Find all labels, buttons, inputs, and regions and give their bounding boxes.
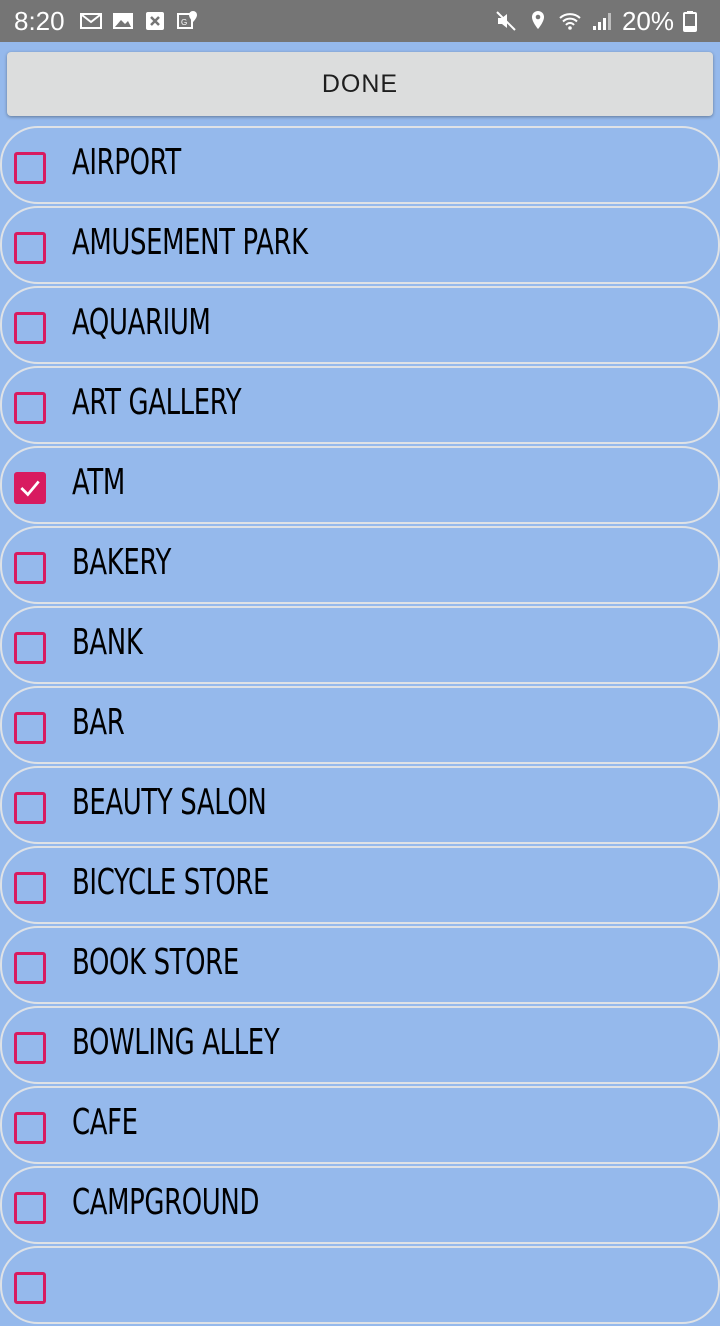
list-item-label: BAKERY bbox=[72, 542, 171, 583]
checkbox[interactable] bbox=[14, 1272, 46, 1304]
signal-icon bbox=[590, 9, 614, 33]
checkbox[interactable] bbox=[14, 152, 46, 184]
wifi-icon bbox=[558, 9, 582, 33]
checkbox[interactable] bbox=[14, 792, 46, 824]
list-item[interactable]: BICYCLE STORE bbox=[0, 846, 720, 924]
list-item[interactable]: AMUSEMENT PARK bbox=[0, 206, 720, 284]
status-bar-left: 8:20 G bbox=[14, 6, 203, 37]
image-icon bbox=[111, 9, 135, 33]
list-item[interactable]: BAKERY bbox=[0, 526, 720, 604]
gmail-icon bbox=[79, 9, 103, 33]
list-item-label: BOOK STORE bbox=[72, 942, 239, 983]
checkmark-icon bbox=[20, 480, 40, 497]
checkbox[interactable] bbox=[14, 312, 46, 344]
list-item-label: AIRPORT bbox=[72, 142, 181, 183]
list-item-label: AQUARIUM bbox=[72, 302, 211, 343]
checkbox-checked[interactable] bbox=[14, 472, 46, 504]
list-item[interactable]: ATM bbox=[0, 446, 720, 524]
list-item[interactable]: AQUARIUM bbox=[0, 286, 720, 364]
checkbox[interactable] bbox=[14, 1032, 46, 1064]
list-item-label: ATM bbox=[72, 462, 125, 503]
battery-icon bbox=[678, 9, 702, 33]
status-time: 8:20 bbox=[14, 5, 65, 36]
svg-text:G: G bbox=[181, 18, 187, 27]
status-bar: 8:20 G 20% bbox=[0, 0, 720, 42]
checkbox[interactable] bbox=[14, 872, 46, 904]
mute-icon bbox=[494, 9, 518, 33]
location-icon bbox=[526, 9, 550, 33]
checkbox[interactable] bbox=[14, 392, 46, 424]
checkbox[interactable] bbox=[14, 232, 46, 264]
list-item[interactable] bbox=[0, 1246, 720, 1324]
list-item[interactable]: CAFE bbox=[0, 1086, 720, 1164]
list-item-label: CAMPGROUND bbox=[72, 1182, 260, 1223]
list-item-label: BICYCLE STORE bbox=[72, 862, 270, 903]
done-button[interactable]: DONE bbox=[7, 52, 713, 116]
list-item-label: BEAUTY SALON bbox=[72, 782, 267, 823]
checkbox[interactable] bbox=[14, 1192, 46, 1224]
list-item[interactable]: BAR bbox=[0, 686, 720, 764]
close-box-icon bbox=[143, 9, 167, 33]
checkbox[interactable] bbox=[14, 952, 46, 984]
list-item-label: ART GALLERY bbox=[72, 382, 242, 423]
checkbox[interactable] bbox=[14, 552, 46, 584]
list-item-label: BANK bbox=[72, 622, 143, 663]
status-bar-right: 20% bbox=[490, 6, 706, 37]
list-item-label: AMUSEMENT PARK bbox=[72, 222, 308, 263]
list-item[interactable]: BOOK STORE bbox=[0, 926, 720, 1004]
list-item[interactable]: CAMPGROUND bbox=[0, 1166, 720, 1244]
list-item-label: CAFE bbox=[72, 1102, 138, 1143]
checkbox[interactable] bbox=[14, 1112, 46, 1144]
checkbox[interactable] bbox=[14, 712, 46, 744]
list-item[interactable]: BEAUTY SALON bbox=[0, 766, 720, 844]
checkbox[interactable] bbox=[14, 632, 46, 664]
battery-text: 20% bbox=[621, 5, 674, 36]
list-item[interactable]: BOWLING ALLEY bbox=[0, 1006, 720, 1084]
place-type-list: AIRPORT AMUSEMENT PARK AQUARIUM ART GALLERY… bbox=[0, 126, 720, 1326]
list-item-label: BOWLING ALLEY bbox=[72, 1022, 280, 1063]
maps-icon: G bbox=[175, 9, 199, 33]
list-item[interactable]: BANK bbox=[0, 606, 720, 684]
list-item[interactable]: AIRPORT bbox=[0, 126, 720, 204]
list-item-label: BAR bbox=[72, 702, 125, 743]
list-item[interactable]: ART GALLERY bbox=[0, 366, 720, 444]
